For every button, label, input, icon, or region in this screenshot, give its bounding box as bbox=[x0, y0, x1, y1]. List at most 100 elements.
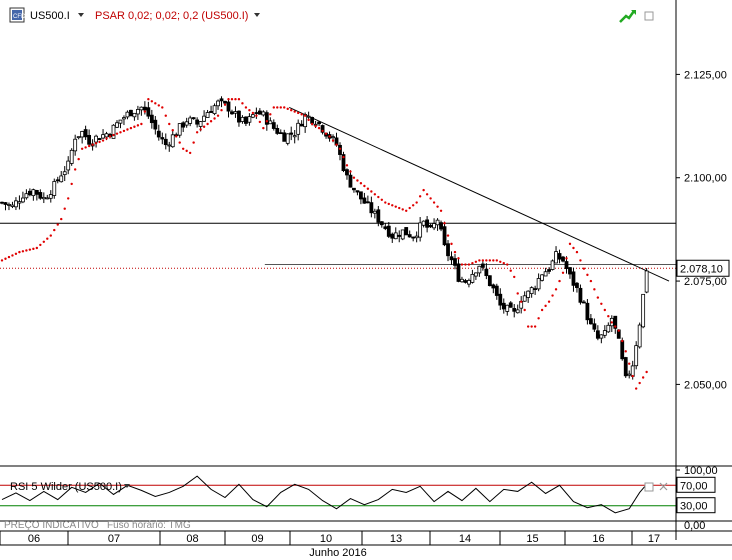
rsi-overbought-box: 70,00 bbox=[676, 476, 716, 493]
candle-body bbox=[494, 285, 499, 296]
psar-dot bbox=[262, 126, 265, 130]
candle-body bbox=[582, 301, 586, 304]
candle-body bbox=[533, 288, 538, 290]
candle-body bbox=[296, 122, 301, 135]
psar-dot bbox=[499, 260, 502, 263]
candle-body bbox=[275, 127, 280, 134]
candle-body bbox=[3, 202, 8, 205]
psar-dot bbox=[251, 111, 255, 115]
psar-dot bbox=[352, 176, 356, 179]
candle-body bbox=[435, 219, 440, 226]
candle-body bbox=[467, 280, 471, 285]
candle-body bbox=[637, 324, 642, 348]
psar-dot bbox=[213, 117, 216, 120]
candle-body bbox=[442, 226, 447, 246]
candle-body bbox=[282, 132, 287, 142]
candle-body bbox=[418, 222, 423, 238]
candle-body bbox=[139, 106, 144, 111]
candle bbox=[487, 275, 492, 287]
candle-body bbox=[397, 234, 402, 237]
candle-body bbox=[484, 268, 489, 277]
candle-body bbox=[557, 253, 562, 260]
y-tick-label: 2.050,00 bbox=[684, 379, 727, 391]
psar-dot bbox=[4, 257, 7, 260]
candle-body bbox=[390, 233, 395, 239]
psar-dot bbox=[18, 250, 21, 254]
psar-dot bbox=[471, 261, 474, 265]
candle-body bbox=[254, 112, 259, 114]
candle bbox=[404, 227, 409, 236]
psar-dot bbox=[276, 106, 279, 109]
psar-dot bbox=[474, 260, 478, 263]
psar-dot bbox=[415, 201, 418, 204]
candle-body bbox=[585, 302, 590, 321]
candle-body bbox=[425, 219, 430, 228]
candle-body bbox=[240, 116, 245, 122]
psar-dot bbox=[11, 254, 14, 257]
candle bbox=[550, 259, 555, 271]
x-tick-label: 09 bbox=[251, 533, 263, 545]
psar-dot bbox=[181, 147, 185, 150]
psar-dot bbox=[331, 139, 335, 142]
candle bbox=[341, 151, 346, 173]
psar-dot bbox=[624, 350, 627, 353]
candle-body bbox=[508, 302, 513, 308]
psar-dot bbox=[384, 201, 387, 204]
candle-body bbox=[195, 119, 200, 125]
psar-dot bbox=[467, 263, 471, 266]
candle-body bbox=[355, 190, 360, 193]
candle-body bbox=[439, 222, 443, 230]
candle-body bbox=[362, 197, 367, 204]
psar-dot bbox=[188, 151, 192, 155]
psar-dot bbox=[265, 120, 269, 123]
window-square-icon[interactable] bbox=[644, 482, 654, 492]
rsi-label[interactable]: RSI 5 Wilder (US500.I) bbox=[10, 481, 122, 493]
candle-body bbox=[543, 271, 548, 277]
psar-dot bbox=[366, 187, 370, 190]
candle-body bbox=[564, 261, 569, 269]
candle-body bbox=[66, 160, 71, 171]
candle bbox=[285, 133, 290, 146]
candle-body bbox=[14, 200, 18, 208]
psar-dot bbox=[492, 259, 495, 262]
x-tick-label: 14 bbox=[459, 533, 471, 545]
psar-dot bbox=[53, 228, 56, 232]
candle-body bbox=[345, 169, 349, 176]
instrument-label[interactable]: US500.I bbox=[30, 10, 70, 22]
psar-dot bbox=[216, 114, 220, 117]
candle-body bbox=[268, 120, 273, 125]
candle bbox=[52, 178, 57, 199]
candle-body bbox=[97, 138, 102, 141]
candle-body bbox=[348, 174, 353, 188]
chart-icon[interactable]: CFD bbox=[9, 7, 26, 23]
psar-dot bbox=[509, 269, 512, 272]
candle-body bbox=[202, 115, 207, 122]
candle-body bbox=[216, 100, 220, 107]
psar-dot bbox=[422, 188, 425, 192]
candle-body bbox=[536, 278, 541, 290]
window-square-icon[interactable] bbox=[644, 11, 654, 21]
psar-dot bbox=[641, 376, 645, 379]
candle-body bbox=[446, 243, 450, 257]
psar-dot bbox=[533, 325, 537, 328]
psar-dot bbox=[439, 209, 443, 212]
psar-dot bbox=[258, 120, 262, 124]
candle bbox=[634, 341, 639, 370]
indicator-label[interactable]: PSAR 0,02; 0,02; 0,2 (US500.I) bbox=[95, 10, 248, 22]
psar-dot bbox=[150, 100, 154, 103]
psar-dot bbox=[547, 300, 551, 303]
psar-dot bbox=[377, 195, 380, 199]
psar-dot bbox=[164, 114, 167, 117]
candle-body bbox=[55, 179, 60, 182]
psar-dot bbox=[70, 182, 73, 186]
candle-body bbox=[376, 209, 381, 223]
candle-body bbox=[383, 226, 388, 229]
candle-body bbox=[261, 111, 266, 116]
psar-dot bbox=[363, 184, 366, 188]
psar-dot bbox=[446, 234, 450, 237]
candle-body bbox=[540, 274, 545, 281]
psar-dot bbox=[345, 164, 349, 167]
candle-body bbox=[285, 133, 290, 144]
candle bbox=[637, 322, 642, 349]
psar-dot bbox=[596, 296, 600, 299]
